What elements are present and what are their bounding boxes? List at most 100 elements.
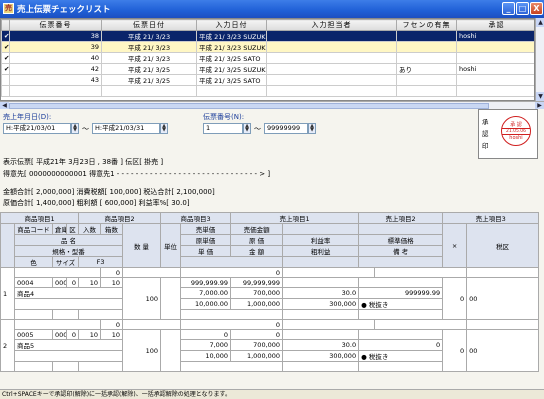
grid-row[interactable]: ✔ 42 平成 21/ 3/25 平成 21/ 3/25 SUZUKI あり hoshi bbox=[1, 63, 534, 75]
detail-iri[interactable]: 10 bbox=[78, 329, 102, 340]
detail-cost[interactable]: 700,000 bbox=[230, 339, 284, 351]
detail-tax-name[interactable]: ● 税抜き bbox=[358, 298, 444, 310]
detail-row[interactable]: 000500010101010000000 bbox=[1, 329, 540, 372]
detail-unit-price[interactable]: 10,000.00 bbox=[180, 298, 232, 310]
row-slip-no[interactable]: 38 bbox=[9, 30, 102, 42]
row-input-date[interactable]: 平成 21/ 3/25 SATO bbox=[196, 74, 267, 86]
grid-vertical-scrollbar[interactable]: ▲ ▼ bbox=[535, 18, 544, 101]
detail-unit-price[interactable]: 10,000 bbox=[180, 350, 232, 362]
detail-blank[interactable] bbox=[282, 267, 376, 278]
detail-blank[interactable] bbox=[374, 267, 468, 278]
detail-iri[interactable]: 10 bbox=[78, 277, 102, 288]
row-check-icon[interactable]: ✔ bbox=[1, 52, 10, 64]
grid-row[interactable]: ✔ 38 平成 21/ 3/23 平成 21/ 3/23 SUZUKI hoshi bbox=[1, 30, 534, 42]
detail-gross-profit[interactable]: 300,000 bbox=[282, 298, 360, 310]
row-input-date[interactable]: 平成 21/ 3/25 SUZUKI bbox=[196, 63, 267, 75]
detail-zero[interactable]: 0 bbox=[180, 267, 284, 278]
detail-kubun[interactable]: 0 bbox=[65, 329, 80, 340]
detail-zero[interactable]: 0 bbox=[100, 267, 124, 278]
detail-blank[interactable] bbox=[282, 309, 360, 320]
row-input-date[interactable]: 平成 21/ 3/23 SUZUKI bbox=[196, 30, 267, 42]
detail-blank[interactable] bbox=[374, 319, 468, 330]
detail-blank[interactable] bbox=[282, 277, 360, 288]
row-slip-no[interactable]: 43 bbox=[9, 74, 102, 86]
detail-hako[interactable]: 10 bbox=[100, 329, 124, 340]
detail-f3[interactable] bbox=[78, 361, 124, 372]
row-slip-no[interactable]: 42 bbox=[9, 63, 102, 75]
detail-zero[interactable]: 0 bbox=[180, 319, 284, 330]
detail-color[interactable] bbox=[14, 309, 53, 320]
maximize-button[interactable]: □ bbox=[516, 2, 529, 15]
detail-unit[interactable] bbox=[160, 277, 182, 320]
grid-horizontal-scrollbar[interactable]: ◀ ▶ bbox=[0, 101, 544, 110]
detail-blank[interactable] bbox=[358, 309, 444, 320]
detail-amount[interactable]: 1,000,000 bbox=[230, 298, 284, 310]
close-button[interactable]: X bbox=[530, 2, 543, 15]
detail-blank[interactable] bbox=[122, 267, 182, 278]
row-check-icon[interactable]: ✔ bbox=[1, 41, 10, 53]
detail-hako[interactable]: 10 bbox=[100, 277, 124, 288]
detail-warehouse[interactable]: 0001 bbox=[52, 329, 67, 340]
detail-sell-amount[interactable]: 99,999,999 bbox=[230, 277, 284, 288]
row-fusen[interactable]: あり bbox=[396, 63, 457, 75]
detail-blank[interactable] bbox=[358, 277, 444, 288]
detail-warehouse[interactable]: 0001 bbox=[52, 277, 67, 288]
date-from-spin-icon[interactable]: ▲ ▼ bbox=[71, 123, 79, 134]
detail-blank[interactable] bbox=[180, 309, 284, 320]
row-slip-date[interactable]: 平成 21/ 3/23 bbox=[101, 52, 197, 64]
detail-x[interactable]: 0 bbox=[442, 329, 468, 372]
grid-header-slip-no[interactable]: 伝票番号 bbox=[9, 19, 102, 31]
detail-rate[interactable]: 30.0 bbox=[282, 287, 360, 299]
detail-blank[interactable] bbox=[466, 267, 540, 278]
detail-spec[interactable] bbox=[13, 298, 124, 310]
row-fusen[interactable] bbox=[396, 52, 457, 64]
minimize-button[interactable]: _ bbox=[502, 2, 515, 15]
detail-blank[interactable] bbox=[282, 361, 360, 372]
detail-size[interactable] bbox=[51, 309, 80, 320]
detail-std-price[interactable]: 999999.99 bbox=[358, 287, 444, 299]
detail-code[interactable]: 0005 bbox=[14, 329, 53, 340]
detail-std-price[interactable]: 0 bbox=[358, 339, 444, 351]
date-to-field[interactable]: H:平成21/03/31 bbox=[92, 123, 160, 134]
row-fusen[interactable] bbox=[396, 30, 457, 42]
detail-blank[interactable] bbox=[13, 267, 102, 278]
detail-qty[interactable]: 100 bbox=[122, 277, 162, 320]
row-check-icon[interactable]: ✔ bbox=[1, 63, 10, 75]
grid-row[interactable]: 43 平成 21/ 3/25 平成 21/ 3/25 SATO bbox=[1, 74, 534, 86]
detail-blank[interactable] bbox=[466, 319, 540, 330]
grid-header-approve[interactable]: 承認 bbox=[456, 19, 534, 31]
row-approve[interactable] bbox=[456, 41, 534, 53]
grid-row[interactable]: ✔ 40 平成 21/ 3/23 平成 21/ 3/25 SATO bbox=[1, 52, 534, 64]
detail-tax[interactable]: 00 bbox=[466, 277, 540, 320]
row-slip-no[interactable]: 39 bbox=[9, 41, 102, 53]
row-fusen[interactable] bbox=[396, 41, 457, 53]
row-approve[interactable] bbox=[456, 74, 534, 86]
row-slip-date[interactable]: 平成 21/ 3/23 bbox=[101, 30, 197, 42]
detail-spec[interactable] bbox=[13, 350, 124, 362]
detail-cost-price[interactable]: 7,000.00 bbox=[180, 287, 232, 299]
detail-row[interactable]: 0004000101010100999,999.9999,999,999000 bbox=[1, 277, 540, 320]
detail-blank[interactable] bbox=[180, 361, 284, 372]
grid-header-input-date[interactable]: 入力日付 bbox=[196, 19, 267, 31]
detail-zero[interactable]: 0 bbox=[100, 319, 124, 330]
row-approve[interactable]: hoshi bbox=[456, 63, 534, 75]
row-check-icon[interactable] bbox=[1, 74, 10, 86]
row-person[interactable] bbox=[266, 63, 397, 75]
detail-code[interactable]: 0004 bbox=[14, 277, 53, 288]
approval-box[interactable]: 承 認 印 承 認 21.05.06 hoshi bbox=[478, 109, 538, 159]
detail-blank[interactable] bbox=[122, 319, 182, 330]
row-slip-date[interactable]: 平成 21/ 3/25 bbox=[101, 74, 197, 86]
detail-size[interactable] bbox=[51, 361, 80, 372]
detail-blank[interactable] bbox=[282, 329, 360, 340]
row-slip-no[interactable]: 40 bbox=[9, 52, 102, 64]
row-person[interactable] bbox=[266, 41, 397, 53]
grid-header-fusen[interactable]: フセンの有無 bbox=[396, 19, 457, 31]
detail-sell-price[interactable]: 0 bbox=[180, 329, 232, 340]
row-input-date[interactable]: 平成 21/ 3/23 SUZUKI bbox=[196, 41, 267, 53]
detail-f3[interactable] bbox=[78, 309, 124, 320]
row-approve[interactable]: hoshi bbox=[456, 30, 534, 42]
slip-no-to-field[interactable]: 99999999 bbox=[264, 123, 308, 134]
row-fusen[interactable] bbox=[396, 74, 457, 86]
detail-row[interactable]: 200 bbox=[0, 319, 540, 372]
detail-x[interactable]: 0 bbox=[442, 277, 468, 320]
